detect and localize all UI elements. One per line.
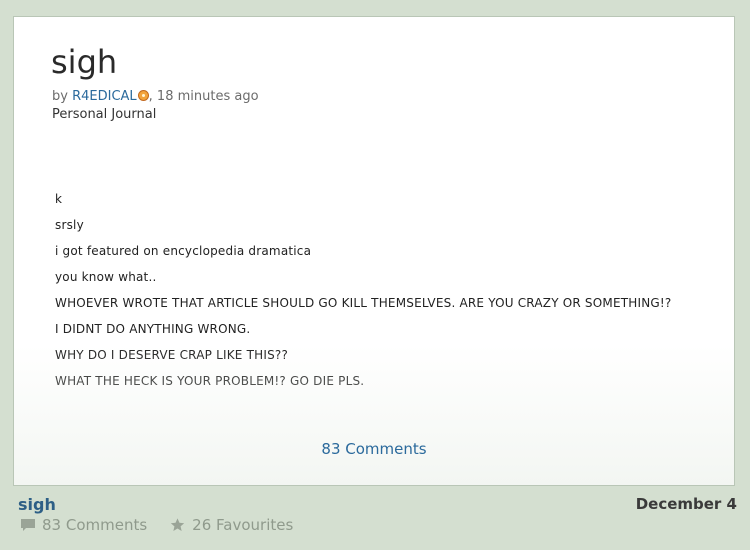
journal-line: i got featured on encyclopedia dramatica: [55, 244, 312, 258]
journal-category: Personal Journal: [52, 107, 157, 122]
journal-line: k: [55, 192, 63, 206]
author-link[interactable]: R4EDICAL: [72, 89, 137, 104]
journal-line: srsly: [55, 218, 84, 232]
journal-line: WHAT THE HECK IS YOUR PROBLEM!? GO DIE P…: [55, 374, 365, 388]
journal-body: k srsly i got featured on encyclopedia d…: [55, 191, 671, 399]
journal-card: sigh by R4EDICAL , 18 minutes ago Persona…: [13, 16, 735, 486]
favourites-stat[interactable]: 26 Favourites: [169, 516, 293, 534]
journal-line: WHY DO I DESERVE CRAP LIKE THIS??: [55, 348, 289, 362]
comments-link[interactable]: 83 Comments: [14, 440, 734, 458]
deviant-badge-icon: [137, 90, 149, 101]
comments-stat[interactable]: 83 Comments: [20, 516, 147, 534]
favourites-count: 26 Favourites: [192, 516, 294, 534]
comment-bubble-icon: [21, 518, 35, 531]
post-time: , 18 minutes ago: [148, 89, 259, 104]
star-icon: [171, 518, 185, 531]
journal-title: sigh: [51, 43, 118, 81]
comments-count: 83 Comments: [42, 516, 148, 534]
footer-date: December 4: [635, 495, 737, 513]
byline: by R4EDICAL , 18 minutes ago: [52, 89, 259, 104]
journal-line: WHOEVER WROTE THAT ARTICLE SHOULD GO KIL…: [55, 296, 672, 310]
by-label: by: [52, 89, 68, 104]
journal-line: you know what..: [55, 270, 157, 284]
footer-title-link[interactable]: sigh: [18, 495, 56, 514]
footer-stats: 83 Comments 26 Favourites: [20, 516, 315, 534]
journal-line: I DIDNT DO ANYTHING WRONG.: [55, 322, 251, 336]
